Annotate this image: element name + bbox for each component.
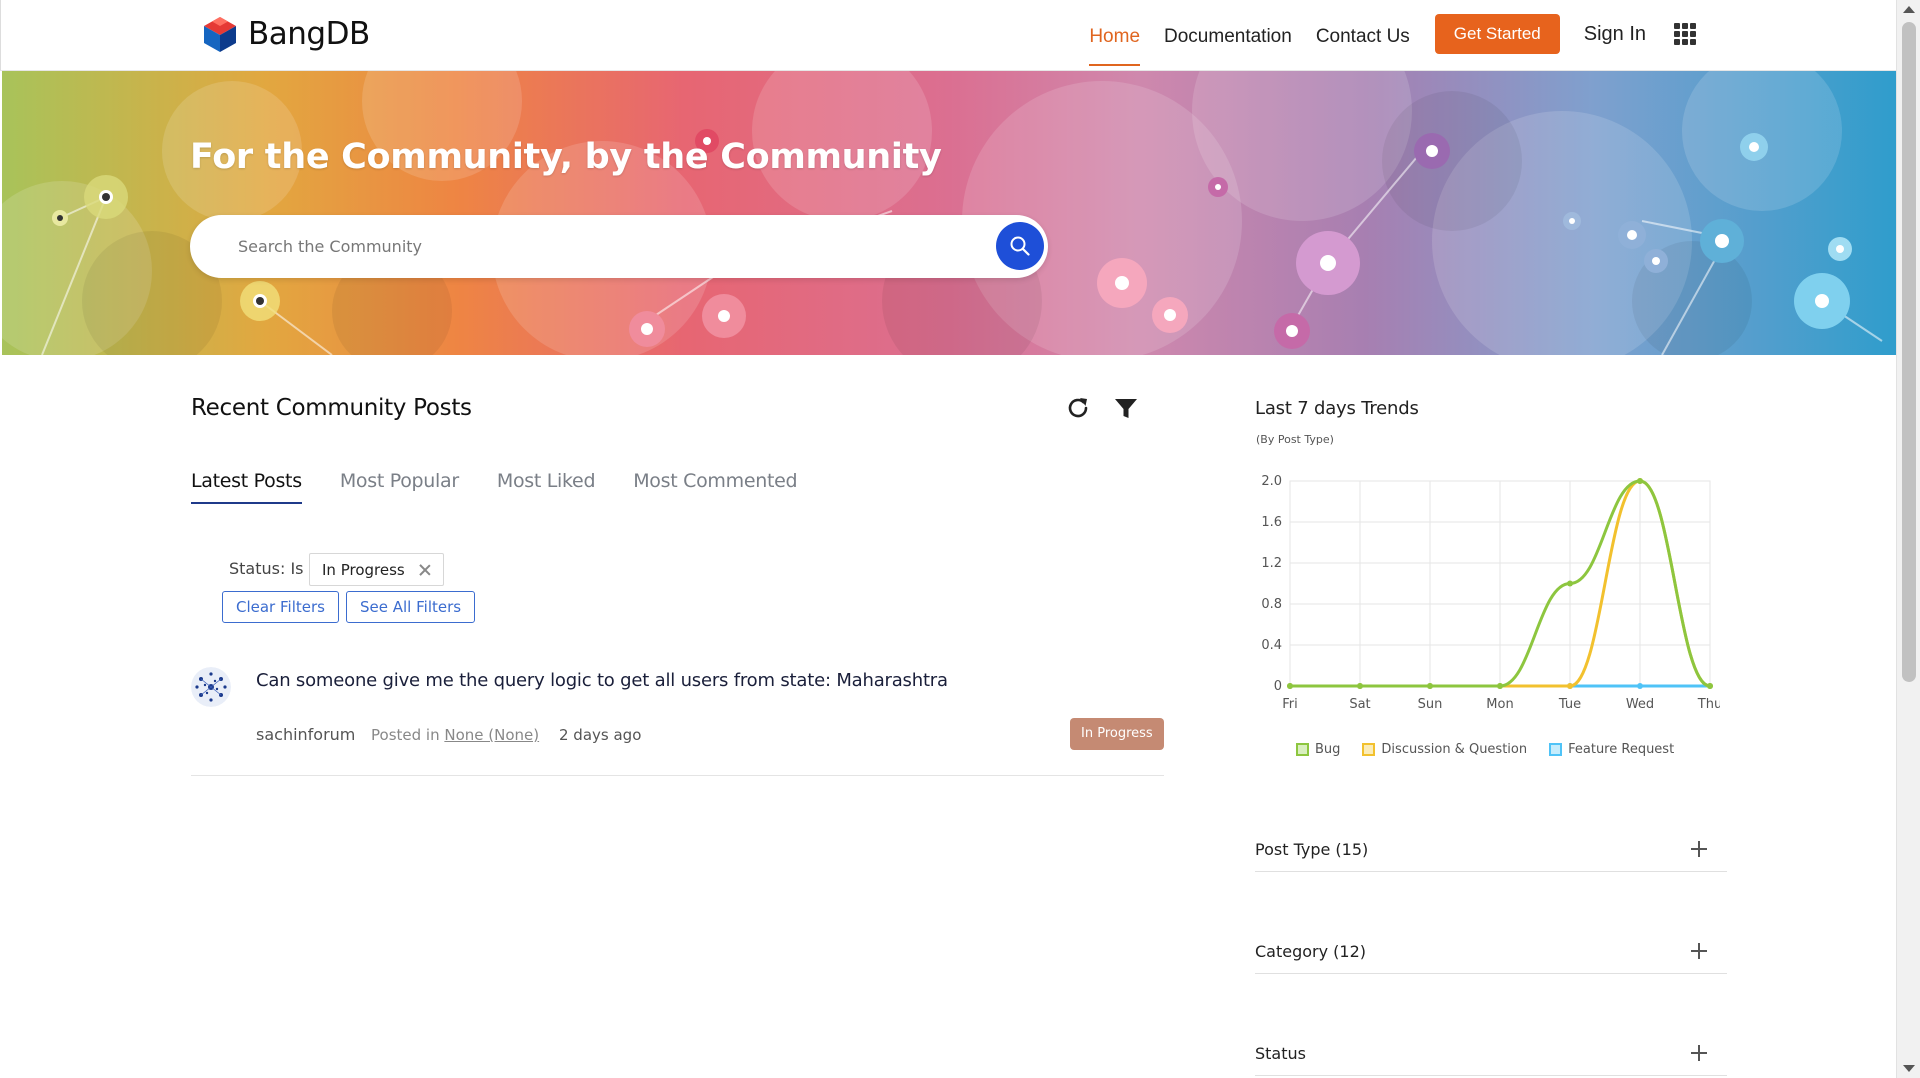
chart-y-tick-label: 0	[1274, 679, 1282, 694]
top-header: BangDB Home Documentation Contact Us Get…	[0, 0, 1896, 71]
apps-grid-icon[interactable]	[1674, 23, 1696, 45]
chart-point-0-1	[1357, 683, 1363, 689]
chart-y-tick-label: 2.0	[1261, 474, 1282, 489]
legend-item-bug[interactable]: Bug	[1296, 742, 1340, 757]
chart-x-tick-label: Wed	[1626, 697, 1654, 712]
search-input[interactable]	[238, 215, 938, 278]
legend-swatch-discussion	[1362, 743, 1376, 756]
accordion-status[interactable]: Status	[1255, 974, 1727, 1076]
accordion-status-label: Status	[1255, 1044, 1306, 1063]
search-button[interactable]	[996, 222, 1044, 270]
nav-contact-us[interactable]: Contact Us	[1316, 14, 1410, 54]
accordion-category-label: Category (12)	[1255, 942, 1367, 961]
logo[interactable]: BangDB	[200, 14, 370, 54]
avatar-pattern-icon	[191, 667, 231, 707]
recent-posts-title: Recent Community Posts	[191, 395, 472, 421]
chart-point-0-0	[1287, 683, 1293, 689]
scroll-thumb[interactable]	[1902, 22, 1916, 682]
filter-icon[interactable]	[1114, 397, 1138, 421]
plus-icon[interactable]	[1691, 1045, 1707, 1061]
chart-point-0-4	[1567, 580, 1573, 587]
post-title-link[interactable]: Can someone give me the query logic to g…	[256, 670, 948, 691]
post-author[interactable]: sachinforum	[256, 725, 355, 744]
chart-point-0-3	[1497, 683, 1503, 689]
chart-x-tick-label: Mon	[1486, 697, 1513, 712]
accordion-post-type[interactable]: Post Type (15)	[1255, 770, 1727, 872]
sign-in-link[interactable]: Sign In	[1584, 11, 1646, 57]
hero-banner: For the Community, by the Community	[2, 71, 1896, 355]
legend-label-feature: Feature Request	[1568, 742, 1675, 757]
logo-text: BangDB	[248, 16, 370, 52]
chart-point-2-5	[1637, 683, 1643, 689]
trends-title: Last 7 days Trends	[1255, 398, 1419, 419]
chart-y-tick-label: 0.4	[1261, 638, 1282, 653]
status-filter-chip: In Progress	[309, 553, 444, 586]
status-badge: In Progress	[1070, 718, 1164, 750]
close-icon[interactable]	[419, 564, 431, 576]
avatar[interactable]	[191, 667, 231, 707]
get-started-button[interactable]: Get Started	[1434, 14, 1560, 54]
chart-y-tick-label: 1.2	[1261, 556, 1282, 571]
legend-label-discussion: Discussion & Question	[1381, 742, 1528, 757]
chart-point-0-2	[1427, 683, 1433, 689]
legend-swatch-bug	[1296, 743, 1309, 756]
status-filter-value: In Progress	[322, 560, 405, 579]
nav-home[interactable]: Home	[1089, 14, 1140, 66]
scroll-down-arrow-icon[interactable]	[1903, 1065, 1915, 1072]
nav-documentation[interactable]: Documentation	[1164, 14, 1292, 54]
tab-latest-posts[interactable]: Latest Posts	[191, 470, 302, 504]
post-category: Posted in None (None)	[371, 726, 539, 744]
status-filter-label: Status: Is	[229, 559, 304, 578]
chart-x-tick-label: Sun	[1418, 697, 1443, 712]
posted-in-link[interactable]: None (None)	[444, 726, 539, 744]
chart-point-0-6	[1707, 683, 1713, 689]
bangdb-cube-icon	[204, 17, 236, 52]
chart-y-tick-label: 1.6	[1261, 515, 1282, 530]
refresh-icon[interactable]	[1065, 395, 1091, 421]
post-tabs: Latest Posts Most Popular Most Liked Mos…	[191, 470, 835, 504]
posted-in-label: Posted in	[371, 726, 440, 744]
trends-subtitle: (By Post Type)	[1256, 433, 1334, 446]
tab-most-liked[interactable]: Most Liked	[497, 470, 596, 504]
network-bubbles-decoration	[2, 71, 1883, 355]
accordion-category[interactable]: Category (12)	[1255, 872, 1727, 974]
search-icon	[1010, 236, 1030, 256]
tab-most-commented[interactable]: Most Commented	[633, 470, 797, 504]
main-nav: Home Documentation Contact Us Get Starte…	[1065, 11, 1696, 66]
hero-title: For the Community, by the Community	[190, 137, 942, 177]
accordion-post-type-label: Post Type (15)	[1255, 840, 1369, 859]
tab-most-popular[interactable]: Most Popular	[340, 470, 459, 504]
chart-x-tick-label: Tue	[1558, 697, 1581, 712]
legend-item-feature[interactable]: Feature Request	[1549, 742, 1674, 757]
legend-swatch-feature	[1549, 743, 1563, 756]
chart-x-tick-label: Thu	[1697, 697, 1720, 712]
chart-y-tick-label: 0.8	[1261, 597, 1282, 612]
legend-label-bug: Bug	[1315, 742, 1341, 757]
community-search	[190, 215, 1048, 278]
legend-item-discussion[interactable]: Discussion & Question	[1362, 742, 1527, 757]
see-all-filters-button[interactable]: See All Filters	[346, 591, 476, 623]
chart-x-tick-label: Sat	[1349, 697, 1370, 712]
trends-line-chart: 0 0.4 0.8 1.2 1.6 2.0 Fri Sat Sun Mon Tue Wed Thu	[1261, 474, 1720, 712]
plus-icon[interactable]	[1691, 841, 1707, 857]
scroll-up-arrow-icon[interactable]	[1903, 6, 1915, 13]
plus-icon[interactable]	[1691, 943, 1707, 959]
chart-x-tick-label: Fri	[1282, 697, 1298, 712]
chart-legend: Bug Discussion & Question Feature Reques…	[1296, 742, 1696, 757]
page-scrollbar[interactable]	[1896, 0, 1920, 1078]
clear-filters-button[interactable]: Clear Filters	[222, 591, 339, 623]
chart-point-1-4	[1567, 683, 1573, 689]
post-time: 2 days ago	[559, 726, 642, 744]
chart-point-0-5	[1637, 478, 1643, 484]
post-divider	[191, 775, 1164, 776]
